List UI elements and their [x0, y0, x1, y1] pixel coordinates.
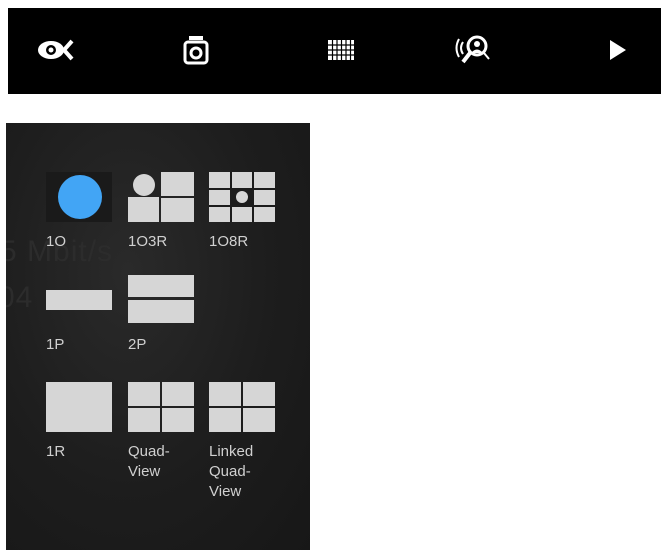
- layout-label: 2P: [128, 336, 147, 353]
- layout-quad-view[interactable]: Quad- View: [128, 382, 198, 482]
- background-ghost-text: 04: [6, 281, 34, 314]
- layout-panel: 5 Mbit/s 04 1O 1O3R 1O8R 1P 2P 1R Quad- …: [6, 123, 310, 550]
- top-toolbar: [8, 8, 661, 94]
- view-mode-button[interactable]: [36, 30, 76, 70]
- layout-1o-thumbnail: [46, 172, 112, 222]
- sound-search-icon: [455, 35, 490, 64]
- audio-detection-button[interactable]: [454, 30, 494, 70]
- fisheye-eye-icon: [38, 39, 74, 61]
- layout-linked-quad-view-thumbnail: [209, 382, 275, 432]
- layout-1o8r[interactable]: 1O8R: [209, 172, 279, 252]
- layout-label: Quad- View: [128, 443, 170, 480]
- play-button[interactable]: [598, 30, 638, 70]
- layout-quad-view-thumbnail: [128, 382, 194, 432]
- layout-1r[interactable]: 1R: [46, 382, 116, 462]
- layout-grid-button[interactable]: [321, 30, 361, 70]
- layout-1o[interactable]: 1O: [46, 172, 116, 252]
- snapshot-button[interactable]: [176, 30, 216, 70]
- layout-2p[interactable]: 2P: [128, 275, 198, 355]
- layout-1o3r[interactable]: 1O3R: [128, 172, 198, 252]
- camera-icon: [183, 36, 209, 65]
- layout-label: 1O3R: [128, 233, 168, 250]
- play-icon: [610, 40, 626, 60]
- layout-linked-quad-view[interactable]: Linked Quad- View: [209, 382, 279, 502]
- layout-1o3r-thumbnail: [128, 172, 194, 222]
- layout-1o8r-thumbnail: [209, 172, 275, 222]
- layout-1p[interactable]: 1P: [46, 275, 116, 355]
- selected-indicator: [58, 175, 102, 219]
- layout-label: Linked Quad- View: [209, 443, 254, 500]
- layout-1p-thumbnail: [46, 275, 112, 325]
- layout-label: 1P: [46, 336, 65, 353]
- layout-label: 1R: [46, 443, 66, 460]
- layout-1r-thumbnail: [46, 382, 112, 432]
- layout-2p-thumbnail: [128, 275, 194, 325]
- grid-icon: [328, 40, 354, 60]
- layout-label: 1O8R: [209, 233, 249, 250]
- layout-label: 1O: [46, 233, 67, 250]
